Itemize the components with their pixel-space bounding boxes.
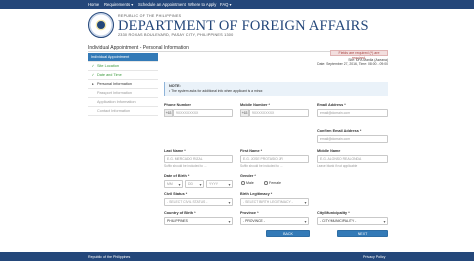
nav-home-link[interactable]: Home <box>88 2 99 7</box>
appointment-site-info: Site: DFA Manila (Aseana) Date: Septembe… <box>300 58 388 67</box>
first-name-hint: Suffix should be included to ... <box>240 164 283 168</box>
gender-male-label: Male <box>246 180 254 185</box>
phone-label: Phone Number <box>164 103 192 107</box>
step-passport-information: Passport Information <box>88 89 158 98</box>
mobile-label: Mobile Number * <box>240 103 270 107</box>
middle-name-input[interactable]: E.G. ALONSO REALONDA <box>317 155 388 163</box>
last-name-hint: Suffix should be included to ... <box>164 164 207 168</box>
city-label: City/Municipality * <box>317 211 350 215</box>
civil-status-label: Civil Status * <box>164 192 188 196</box>
department-address: 2330 ROXAS BOULEVARD, PASAY CITY, PHILIP… <box>118 33 234 37</box>
birth-legitimacy-label: Birth Legitimacy * <box>240 192 273 196</box>
phone-prefix: +63 <box>164 109 173 117</box>
email-label: Email Address * <box>317 103 346 107</box>
gender-female-label: Female <box>269 180 281 185</box>
step-label: Contact Information <box>97 109 131 113</box>
confirm-email-input[interactable]: email@domain.com <box>317 135 388 143</box>
dob-day-select[interactable]: DD <box>185 180 204 188</box>
privacy-policy-link[interactable]: Privacy Policy <box>363 255 385 259</box>
nav-schedule-link[interactable]: Schedule an Appointment <box>138 2 186 7</box>
arrow-icon: ▸ <box>92 82 94 86</box>
country-select[interactable]: PHILIPPINES <box>164 217 233 225</box>
dob-year-select[interactable]: YYYY <box>206 180 233 188</box>
phone-input[interactable]: 9XXXXXXXXX <box>173 109 233 117</box>
step-label: Date and Time <box>97 73 122 77</box>
step-application-information: Application Information <box>88 98 158 107</box>
country-label: Country of Birth * <box>164 211 196 215</box>
province-select[interactable]: - PROVINCE - <box>240 217 309 225</box>
civil-status-select[interactable]: - SELECT CIVIL STATUS - <box>164 198 233 206</box>
city-select[interactable]: - CITY/MUNICIPALITY - <box>317 217 388 225</box>
nav-where-to-apply-link[interactable]: Where to Apply <box>188 2 216 7</box>
check-icon: ✓ <box>91 73 95 77</box>
step-personal-information[interactable]: ▸ Personal Information <box>88 80 158 89</box>
mobile-input[interactable]: 9XXXXXXXXX <box>249 109 309 117</box>
step-contact-information: Contact Information <box>88 107 158 116</box>
province-label: Province * <box>240 211 259 215</box>
check-icon: ✓ <box>91 64 95 68</box>
next-button[interactable]: NEXT <box>337 230 388 237</box>
mobile-prefix: +63 <box>240 109 249 117</box>
last-name-label: Last Name * <box>164 149 186 153</box>
step-date-and-time[interactable]: ✓ Date and Time <box>88 71 158 80</box>
middle-name-hint: Leave blank if not applicable <box>317 164 358 168</box>
note-text: • The system asks for additional info wh… <box>169 89 264 93</box>
middle-name-label: Middle Name <box>317 149 341 153</box>
nav-faq-menu[interactable]: FAQ ▾ <box>220 2 232 7</box>
last-name-input[interactable]: E.G. MERCADO RIZAL <box>164 155 233 163</box>
step-label: Individual Appointment <box>91 55 130 59</box>
top-nav: Home Requirements ▾ Schedule an Appointm… <box>0 0 474 9</box>
note-heading: NOTE: <box>169 84 181 88</box>
dob-month-select[interactable]: MM <box>164 180 183 188</box>
birth-legitimacy-select[interactable]: - SELECT BIRTH LEGITIMACY - <box>240 198 309 206</box>
footer-left-text: Republic of the Philippines <box>88 254 131 259</box>
required-fields-alert: Fields are required (*) are required. <box>330 50 388 60</box>
step-label: Site Location <box>97 64 119 68</box>
step-individual-appointment[interactable]: Individual Appointment <box>88 53 158 62</box>
first-name-label: First Name * <box>240 149 263 153</box>
seal-center <box>97 21 105 29</box>
step-label: Application Information <box>97 100 136 104</box>
back-button[interactable]: BACK <box>266 230 310 237</box>
minor-note-box: NOTE: • The system asks for additional i… <box>164 82 388 96</box>
step-label: Passport Information <box>97 91 133 95</box>
steps-sidebar: Individual Appointment ✓ Site Location ✓ D… <box>88 53 158 116</box>
gender-female-radio[interactable] <box>264 181 268 185</box>
dob-label: Date of Birth * <box>164 174 190 178</box>
date-time-label: Date: September 27, 2016, Time: 08:00 - … <box>317 62 388 67</box>
dfa-seal-logo <box>88 12 114 38</box>
gender-label: Gender * <box>240 174 256 178</box>
step-site-location[interactable]: ✓ Site Location <box>88 62 158 71</box>
gender-male-radio[interactable] <box>241 181 245 185</box>
footer: Republic of the Philippines Privacy Poli… <box>0 252 474 261</box>
step-label: Personal Information <box>97 82 133 86</box>
email-input[interactable]: email@domain.com <box>317 109 388 117</box>
confirm-email-label: Confirm Email Address * <box>317 129 362 133</box>
nav-requirements-menu[interactable]: Requirements ▾ <box>104 2 133 7</box>
first-name-input[interactable]: E.G. JOSE PROTASIO JR <box>240 155 309 163</box>
